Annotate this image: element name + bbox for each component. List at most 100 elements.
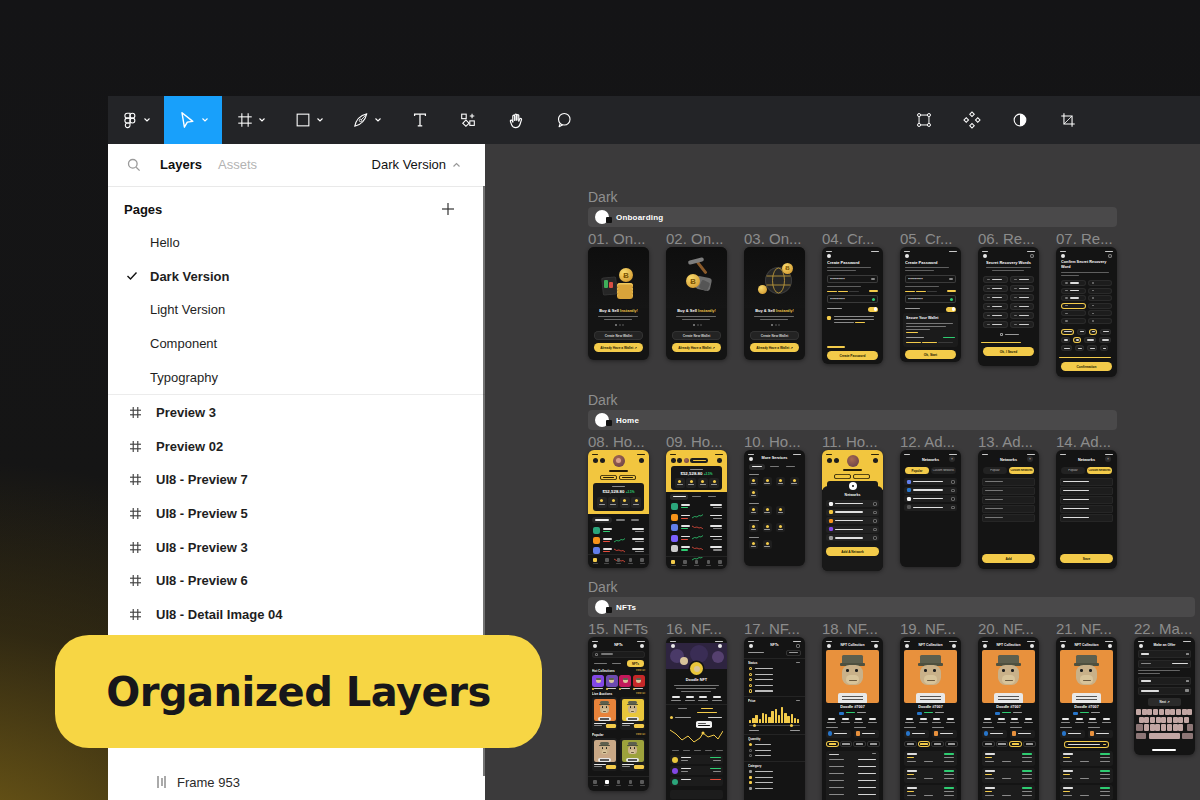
phone-thumbnail[interactable]: Doodle NFT: [666, 637, 727, 800]
tab-layers[interactable]: Layers: [160, 157, 202, 172]
chevron-down-icon[interactable]: [374, 117, 382, 123]
move-tool-button[interactable]: [164, 96, 222, 144]
phone-thumbnail[interactable]: ɃBuy & Sell Instantly!Create New WalletA…: [588, 247, 649, 360]
mask-button[interactable]: [996, 96, 1044, 144]
frame-title-label[interactable]: 13. Ad...: [978, 433, 1033, 450]
thumb-shape: [1088, 722, 1097, 723]
thumb-shape: [616, 519, 625, 520]
thumb-shape: [619, 324, 621, 326]
page-item-hello[interactable]: Hello: [108, 226, 485, 260]
frame-title-label[interactable]: 02. On...: [666, 230, 724, 247]
design-canvas[interactable]: DarkOnboarding01. On...ɃBuy & Sell Insta…: [485, 144, 1200, 800]
phone-thumbnail[interactable]: Networks×PopularCustom Networks: [900, 450, 961, 567]
phone-thumbnail[interactable]: ɃBuy & Sell Instantly!Create New WalletA…: [666, 247, 727, 360]
frame-item-ui8-preview-7[interactable]: UI8 - Preview 7: [108, 463, 485, 497]
frame-title-label[interactable]: 16. NF...: [666, 620, 722, 637]
phone-thumbnail[interactable]: More Services: [744, 450, 805, 566]
frame-title-label[interactable]: 08. Ho...: [588, 433, 645, 450]
thumb-text: Ƀ: [619, 271, 633, 281]
frame-title-label[interactable]: 06. Re...: [978, 230, 1035, 247]
section-header-nfts[interactable]: NFTs: [588, 597, 1195, 617]
page-item-light-version[interactable]: Light Version: [108, 293, 485, 327]
thumb-shape: [1076, 696, 1097, 697]
phone-thumbnail[interactable]: Create Password••••••••••••••••••••••••S…: [900, 247, 961, 362]
page-item-dark-version[interactable]: Dark Version: [108, 260, 485, 294]
variants-button[interactable]: [948, 96, 996, 144]
frame-title-label[interactable]: 20. NF...: [978, 620, 1034, 637]
chevron-down-icon[interactable]: [258, 117, 266, 123]
phone-thumbnail[interactable]: NFT CollectionDoodle #7007: [978, 637, 1039, 800]
hand-tool-button[interactable]: [492, 96, 540, 144]
section-header-home[interactable]: Home: [588, 410, 1117, 430]
thumb-shape: [1022, 761, 1032, 762]
phone-thumbnail[interactable]: NFTsNFTsHot CollectionsView allLive Auct…: [588, 637, 649, 791]
thumb-shape: [1100, 761, 1110, 762]
frame-title-label[interactable]: 12. Ad...: [900, 433, 955, 450]
frame-item-ui8-preview-6[interactable]: UI8 - Preview 6: [108, 564, 485, 598]
frame-tool-button[interactable]: [222, 96, 280, 144]
frame-title-label[interactable]: 14. Ad...: [1056, 433, 1111, 450]
text-tool-button[interactable]: [396, 96, 444, 144]
thumb-shape: [682, 319, 710, 320]
chevron-down-icon[interactable]: [201, 117, 209, 123]
phone-thumbnail[interactable]: Networks×PopularCustom NetworksSave: [1056, 450, 1117, 569]
comment-tool-button[interactable]: [540, 96, 588, 144]
phone-thumbnail[interactable]: Make an OfferNext ↗: [1134, 637, 1195, 755]
frame-title-label[interactable]: 21. NF...: [1056, 620, 1112, 637]
frame-item-ui8-preview-5[interactable]: UI8 - Preview 5: [108, 497, 485, 531]
frame-title-label[interactable]: 07. Re...: [1056, 230, 1113, 247]
crop-button[interactable]: [1044, 96, 1092, 144]
frame-title-label[interactable]: 18. NF...: [822, 620, 878, 637]
service-icon: [763, 523, 772, 532]
frame-title-label[interactable]: 11. Ho...: [822, 433, 878, 450]
figma-menu-button[interactable]: [108, 96, 164, 144]
frame-item-preview-02[interactable]: Preview 02: [108, 430, 485, 464]
pen-tool-button[interactable]: [338, 96, 396, 144]
frame-item-preview-3[interactable]: Preview 3: [108, 396, 485, 430]
section-header-onboarding[interactable]: Onboarding: [588, 207, 1117, 227]
thumb-shape: [700, 324, 702, 326]
page-selector[interactable]: Dark Version: [372, 157, 461, 172]
phone-thumbnail[interactable]: Secret Recovery WordsOk, I Saved: [978, 247, 1039, 366]
edit-object-button[interactable]: [900, 96, 948, 144]
thumb-shape: [666, 556, 727, 557]
add-page-button[interactable]: [441, 202, 455, 216]
frame-title-label[interactable]: 01. On...: [588, 230, 646, 247]
frame-title-label[interactable]: 05. Cr...: [900, 230, 953, 247]
frame-title-label[interactable]: 17. NF...: [744, 620, 800, 637]
chevron-down-icon[interactable]: [143, 117, 151, 123]
phone-thumbnail[interactable]: $52,528.80 +2.5%: [588, 450, 649, 568]
tab-assets[interactable]: Assets: [218, 157, 257, 172]
phone-thumbnail[interactable]: Networks×PopularCustom NetworksAdd: [978, 450, 1039, 569]
phone-thumbnail[interactable]: NetworksAdd A Network: [822, 450, 883, 571]
frame-title-label[interactable]: 03. On...: [744, 230, 802, 247]
phone-thumbnail[interactable]: NFT CollectionDoodle #7007: [900, 637, 961, 800]
thumb-shape: [1063, 761, 1072, 762]
frame-title-label[interactable]: 15. NFTs: [588, 620, 648, 637]
status-time: [670, 641, 676, 643]
phone-thumbnail[interactable]: NFT CollectionDoodle #7007: [822, 637, 883, 800]
frame-title-label[interactable]: 22. Ma...: [1134, 620, 1192, 637]
shape-tool-button[interactable]: [280, 96, 338, 144]
phone-thumbnail[interactable]: NFTsStatusPriceQuantityCategory: [744, 637, 805, 800]
bottom-frame-item[interactable]: Frame 953: [108, 764, 485, 800]
chevron-down-icon[interactable]: [316, 117, 324, 123]
phone-thumbnail[interactable]: $52,528.80 +2.5%: [666, 450, 727, 569]
page-item-component[interactable]: Component: [108, 327, 485, 361]
thumb-text: NFTs: [627, 662, 644, 666]
frame-title-label[interactable]: 19. NF...: [900, 620, 956, 637]
frame-item-ui8-preview-3[interactable]: UI8 - Preview 3: [108, 530, 485, 564]
phone-thumbnail[interactable]: NFT CollectionDoodle #7007: [1056, 637, 1117, 800]
frame-title-label[interactable]: 04. Cr...: [822, 230, 875, 247]
thumb-shape: [1090, 731, 1095, 736]
phone-thumbnail[interactable]: Confirm Secret RecoveryWordConfirmation: [1056, 247, 1117, 377]
thumb-shape: [952, 644, 956, 648]
frame-title-label[interactable]: 10. Ho...: [744, 433, 801, 450]
frame-item-ui8-detail-image-04[interactable]: UI8 - Detail Image 04: [108, 598, 485, 632]
page-item-typography[interactable]: Typography: [108, 360, 485, 394]
phone-thumbnail[interactable]: ɃBuy & Sell Instantly!Create New WalletA…: [744, 247, 805, 360]
component-tool-button[interactable]: [444, 96, 492, 144]
frame-title-label[interactable]: 09. Ho...: [666, 433, 723, 450]
phone-thumbnail[interactable]: Create Password••••••••••••••••••••••••C…: [822, 247, 883, 364]
search-icon[interactable]: [126, 157, 142, 173]
